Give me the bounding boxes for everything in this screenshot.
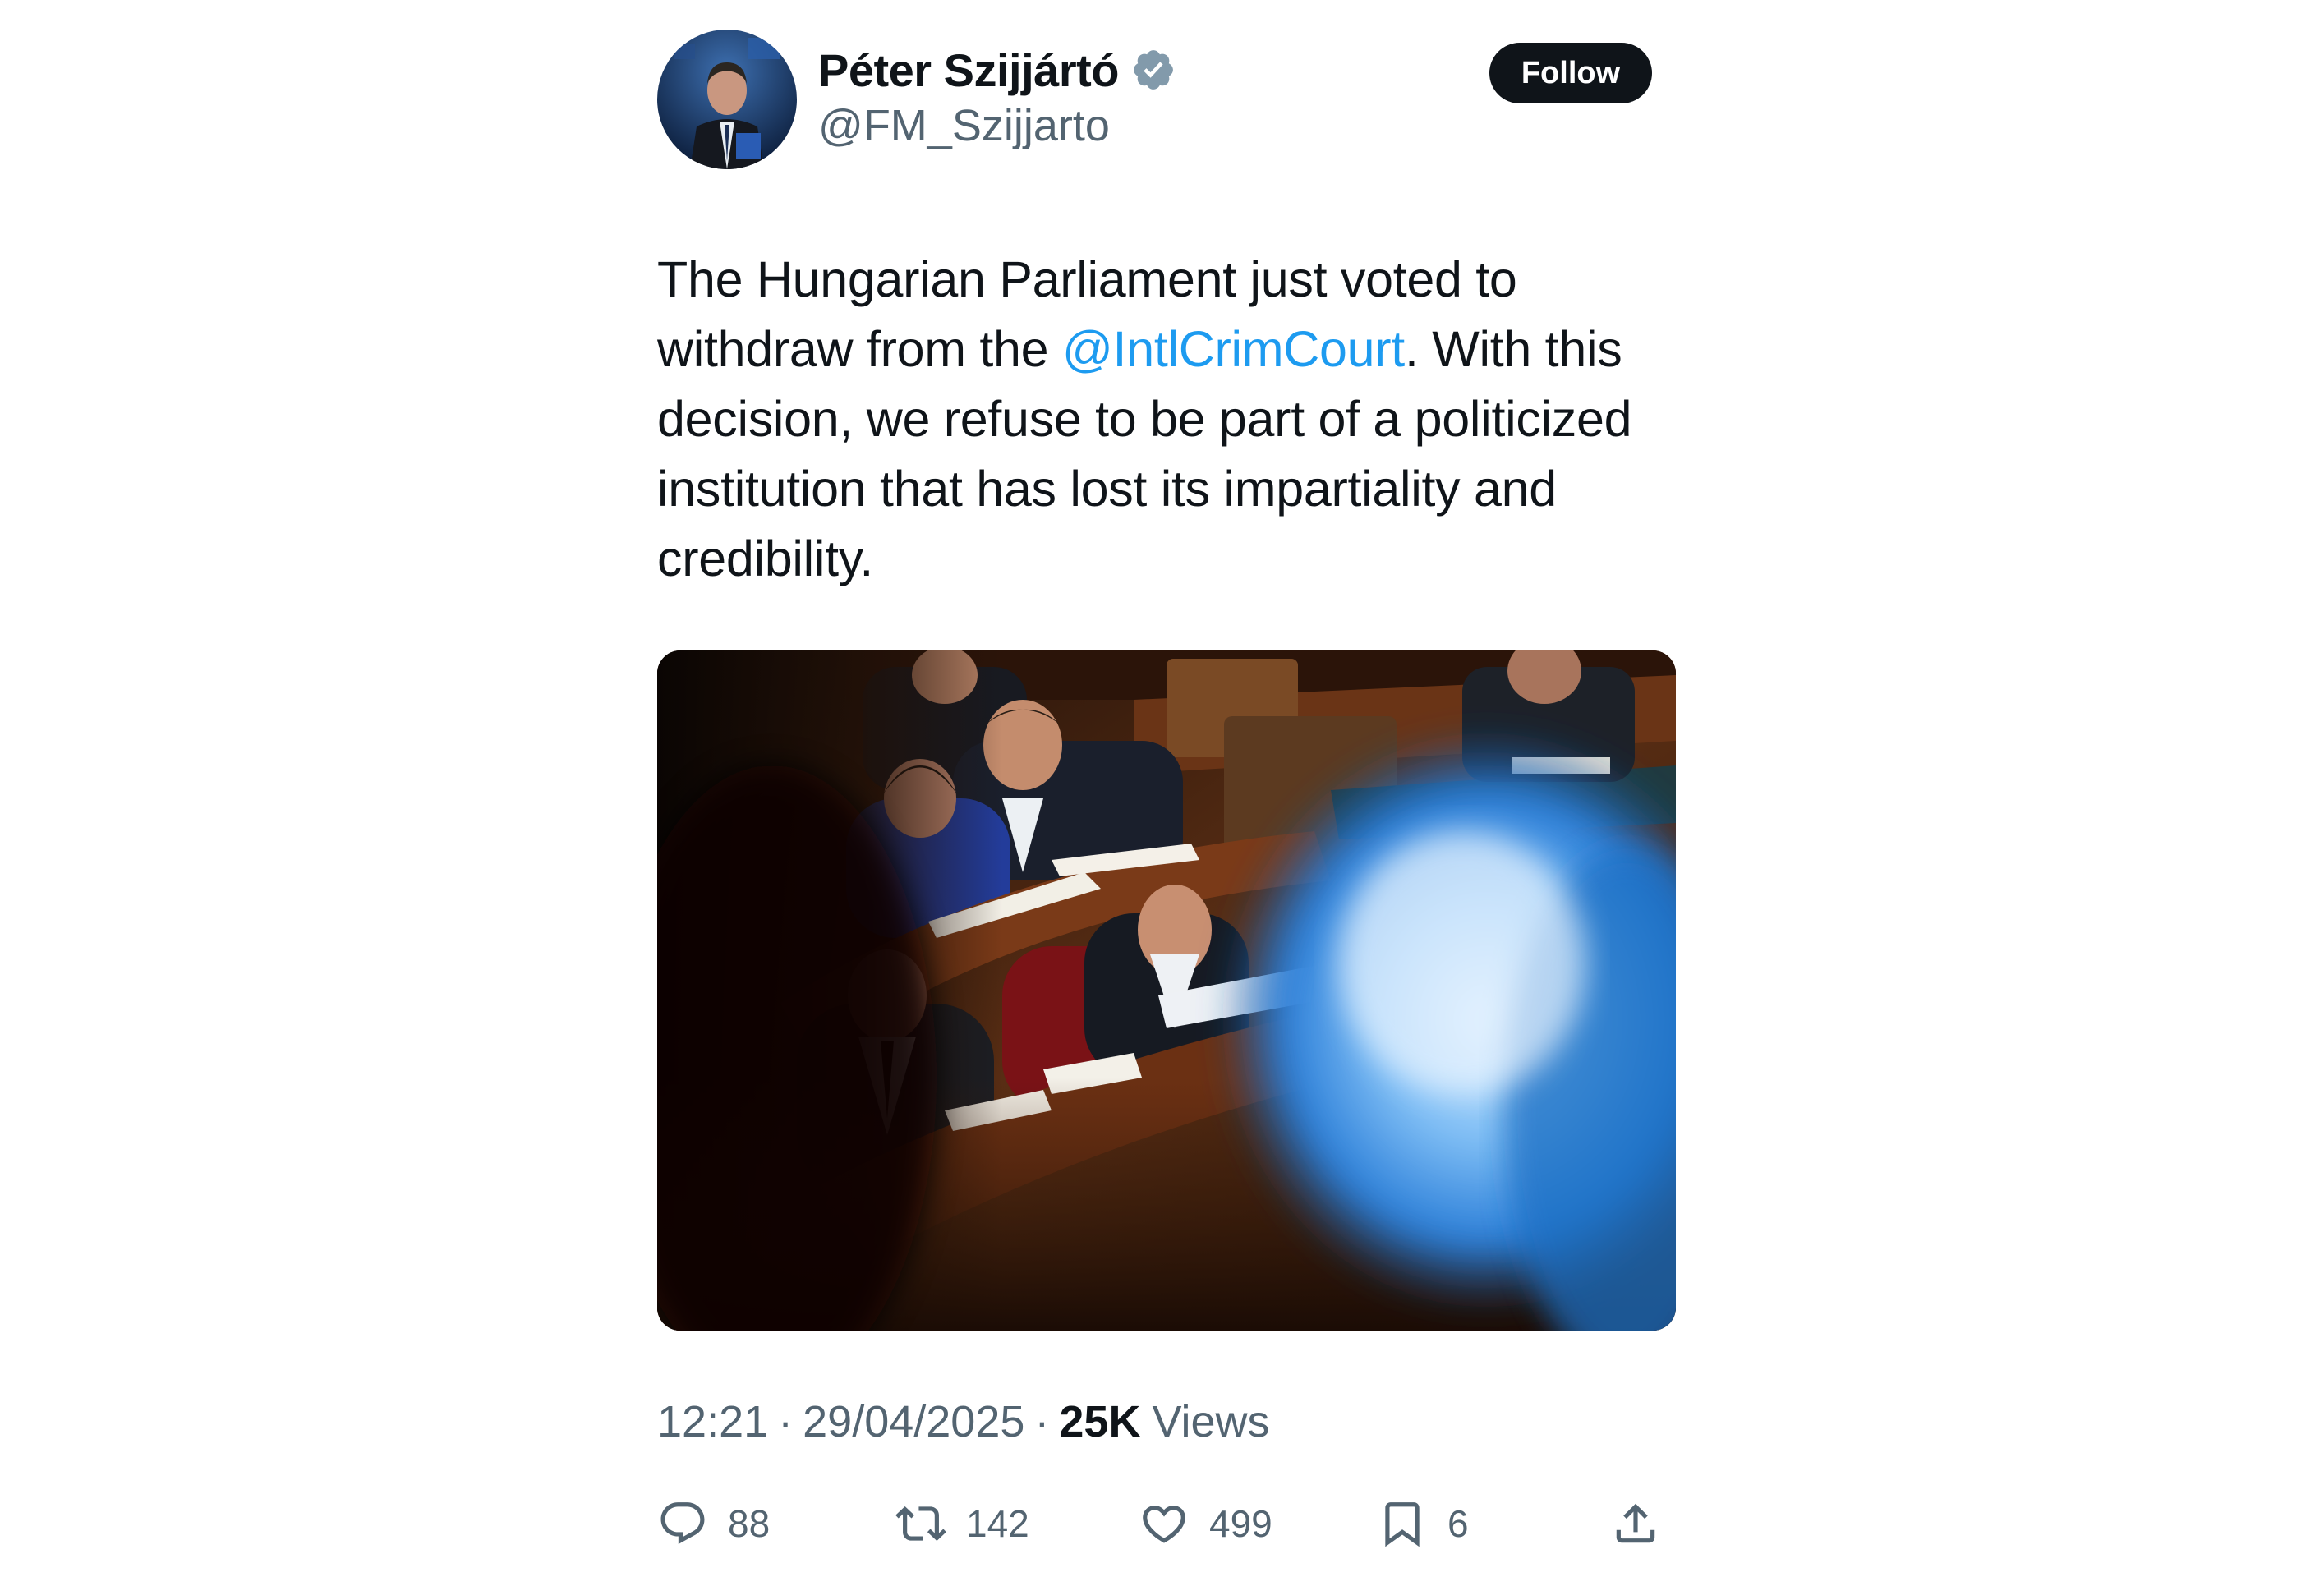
like-button[interactable]: 499 <box>1139 1495 1272 1552</box>
views-count: 25K <box>1059 1397 1141 1446</box>
bookmark-button[interactable]: 6 <box>1377 1495 1469 1552</box>
share-icon <box>1616 1503 1655 1543</box>
tweet-text: The Hungarian Parliament just voted to w… <box>657 245 1676 594</box>
avatar[interactable] <box>657 30 797 169</box>
meta-separator: · <box>778 1397 794 1446</box>
author-name-row: Péter Szijjártó <box>818 41 1176 99</box>
verified-badge-icon <box>1134 50 1173 90</box>
follow-button[interactable]: Follow <box>1489 43 1652 103</box>
mention-link[interactable]: @IntlCrimCourt <box>1062 321 1405 377</box>
tweet-time[interactable]: 12:21 <box>657 1396 768 1447</box>
views-label: Views <box>1152 1397 1270 1446</box>
author-display-name[interactable]: Péter Szijjártó <box>818 44 1119 97</box>
tweet-meta: 12:21 · 29/04/2025 · 25K Views <box>657 1396 1270 1447</box>
author-handle[interactable]: @FM_Szijjarto <box>818 100 1110 151</box>
share-button[interactable] <box>1610 1495 1661 1552</box>
retweet-button[interactable]: 142 <box>895 1495 1029 1552</box>
retweet-icon <box>895 1506 946 1541</box>
bookmark-count: 6 <box>1447 1502 1469 1545</box>
tweet-actions: 88 142 499 6 <box>657 1495 1676 1552</box>
heart-icon <box>1143 1506 1185 1543</box>
bookmark-icon <box>1385 1502 1420 1547</box>
like-count: 499 <box>1209 1502 1272 1545</box>
meta-separator-2: · <box>1034 1397 1050 1446</box>
parliament-photo <box>657 650 1676 1331</box>
avatar-image <box>657 30 797 169</box>
tweet-date[interactable]: 29/04/2025 <box>803 1396 1024 1447</box>
tweet-photo[interactable] <box>657 650 1676 1331</box>
reply-button[interactable]: 88 <box>657 1495 770 1552</box>
tweet: Péter Szijjártó @FM_Szijjarto Follow The… <box>657 0 1676 1586</box>
reply-count: 88 <box>728 1502 771 1545</box>
retweet-count: 142 <box>966 1502 1029 1545</box>
reply-icon <box>660 1502 705 1545</box>
